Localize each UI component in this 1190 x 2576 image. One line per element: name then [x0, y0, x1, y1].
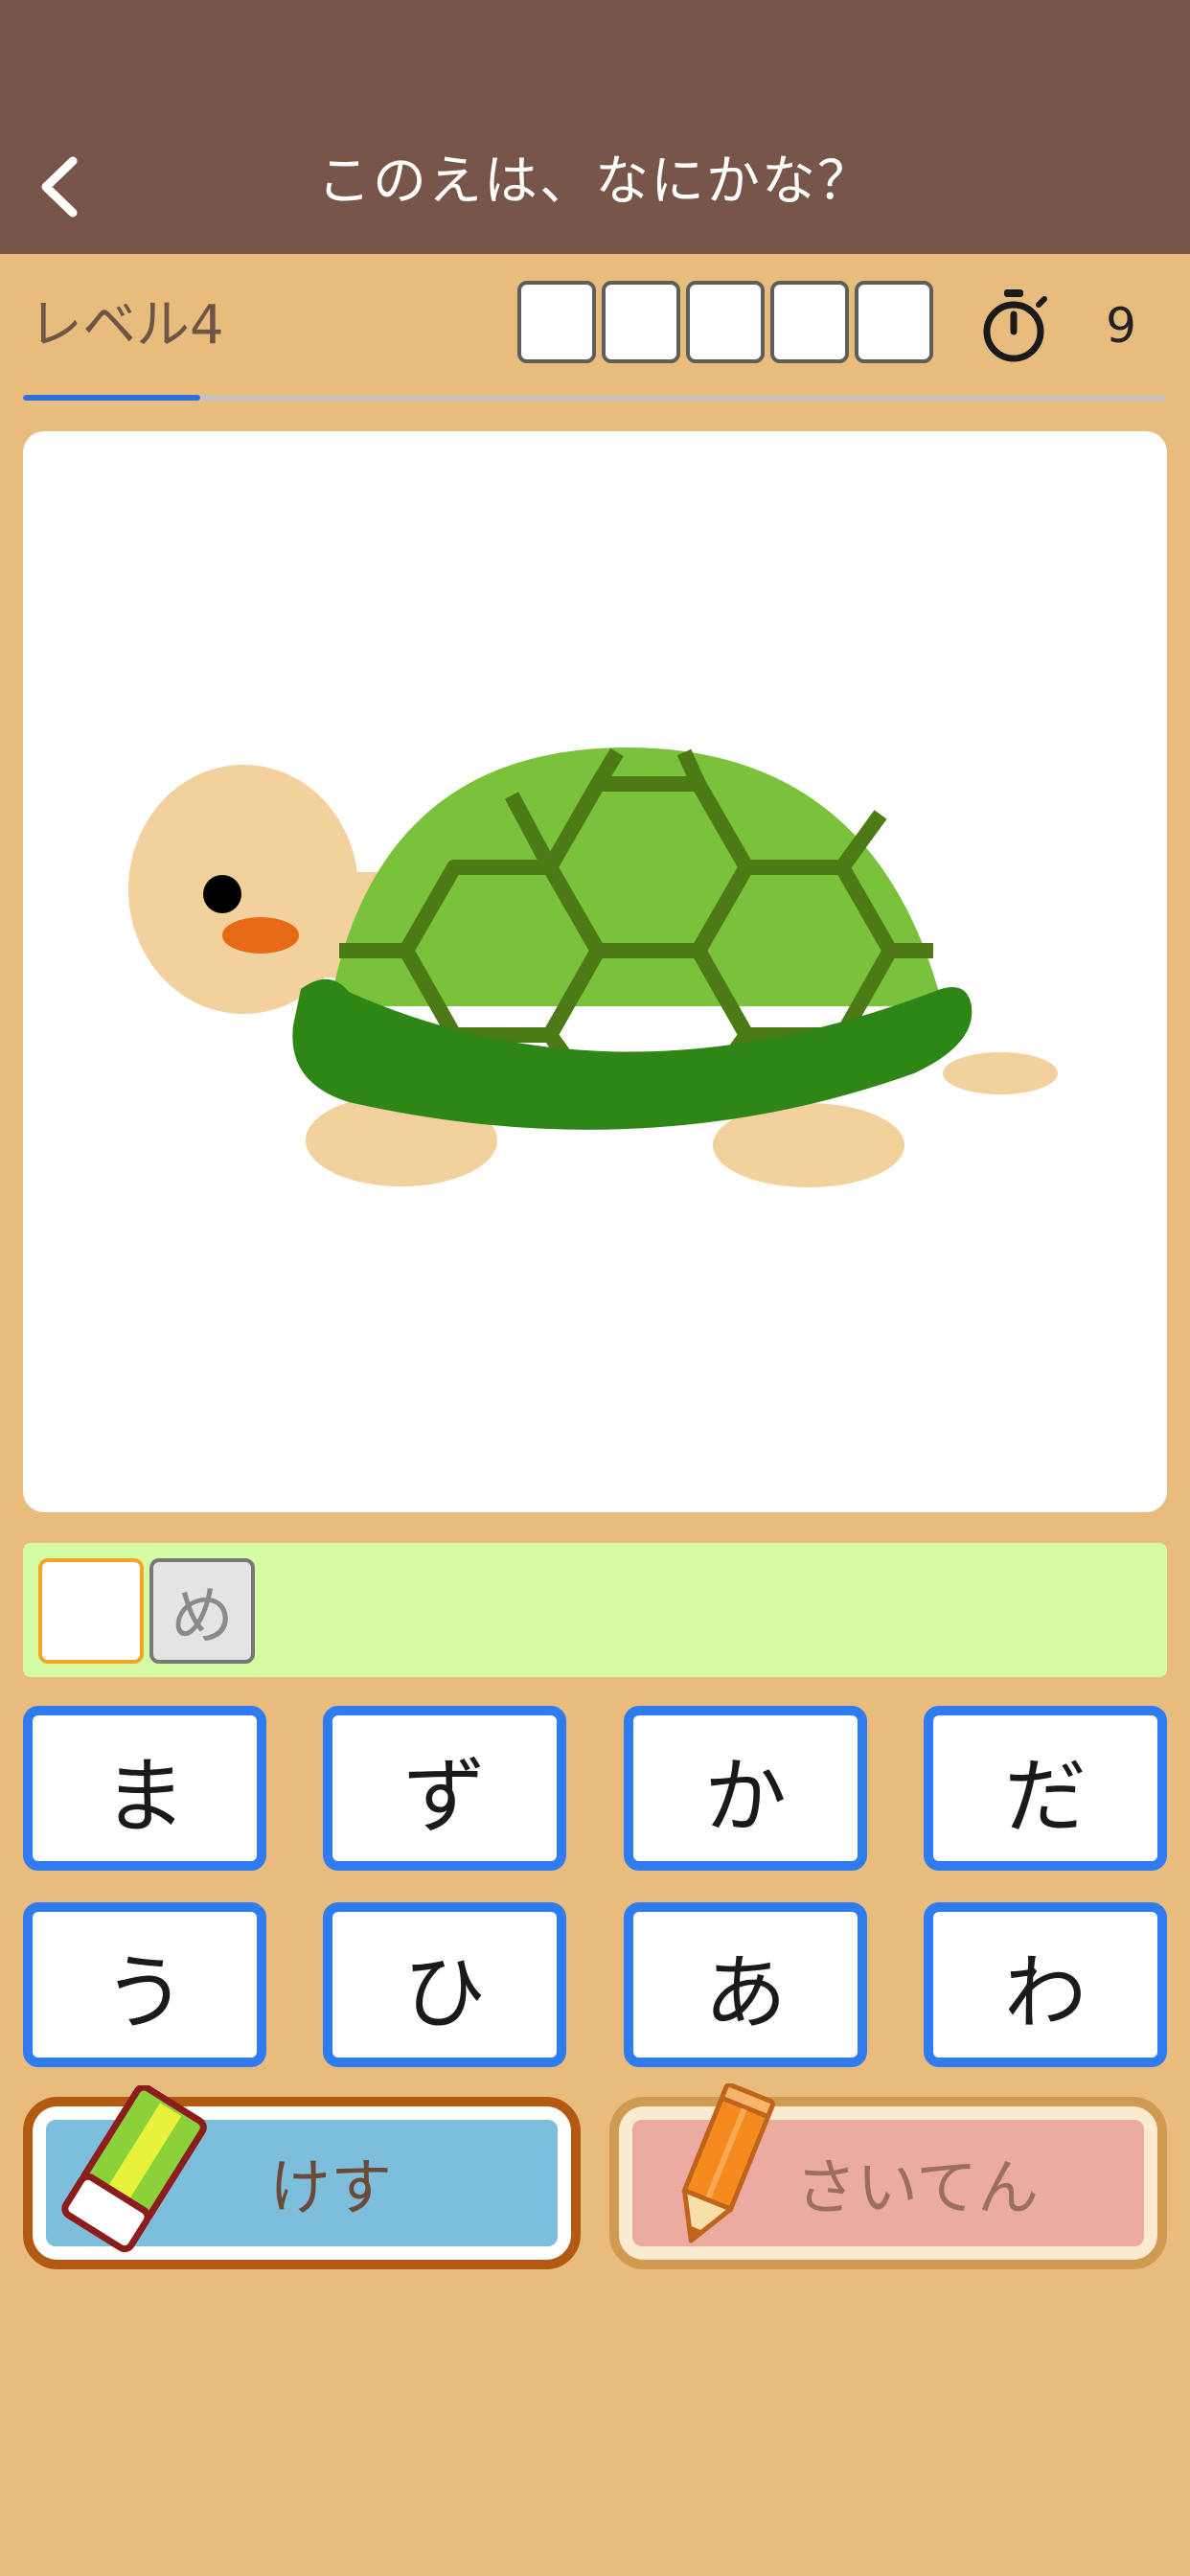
grade-button[interactable]: さいてん [609, 2083, 1167, 2269]
eraser-icon [61, 2085, 207, 2253]
answer-slot-filled[interactable]: め [149, 1558, 255, 1664]
header-bar: このえは、なにかな？ [0, 0, 1190, 254]
char-key[interactable]: わ [924, 1902, 1167, 2067]
char-key[interactable]: だ [924, 1706, 1167, 1871]
char-key[interactable]: ず [323, 1706, 566, 1871]
question-progress-boxes [517, 281, 933, 363]
picture-card [23, 431, 1167, 1512]
level-progress-fill [23, 395, 201, 401]
level-label: レベル4 [29, 294, 224, 356]
question-box [517, 281, 596, 363]
stopwatch-icon [983, 289, 1047, 362]
char-key[interactable]: ま [23, 1706, 266, 1871]
char-key[interactable]: あ [624, 1902, 867, 2067]
question-box [770, 281, 849, 363]
question-box [686, 281, 765, 363]
erase-button[interactable]: けす [23, 2085, 581, 2269]
page-title: このえは、なにかな？ [317, 150, 873, 213]
answer-slot-empty[interactable] [38, 1558, 144, 1664]
char-key[interactable]: か [624, 1706, 867, 1871]
question-box [602, 281, 680, 363]
char-key[interactable]: う [23, 1902, 266, 2067]
turtle-illustration [128, 748, 1058, 1187]
pencil-icon [681, 2083, 775, 2243]
level-progress-bar [23, 395, 1167, 401]
question-box [855, 281, 933, 363]
answer-bar: め [23, 1543, 1167, 1677]
char-key[interactable]: ひ [323, 1902, 566, 2067]
timer-value: 9 [1106, 298, 1136, 354]
